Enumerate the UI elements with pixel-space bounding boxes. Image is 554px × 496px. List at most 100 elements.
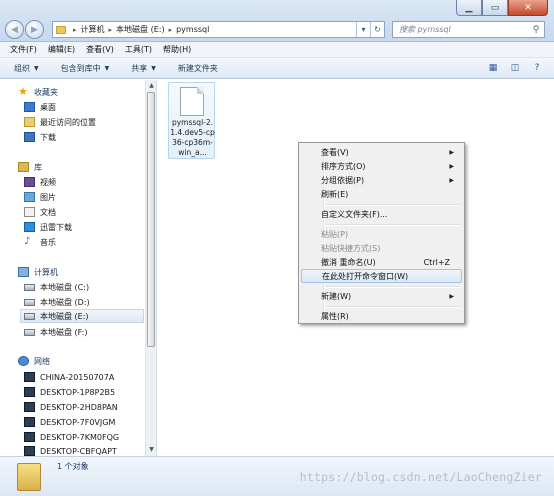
nav-item-host[interactable]: DESKTOP-7F0VJGM bbox=[24, 415, 115, 429]
ctx-group-by[interactable]: 分组依据(P) ▶ bbox=[301, 173, 462, 187]
chevron-down-icon: ▼ bbox=[151, 64, 156, 72]
nav-item-drive-c[interactable]: 本地磁盘 (C:) bbox=[24, 280, 89, 294]
preview-pane-icon[interactable]: ◫ bbox=[508, 61, 522, 75]
nav-scrollbar[interactable]: ▲ ▼ bbox=[145, 80, 156, 456]
ctx-open-command-window[interactable]: 在此处打开命令窗口(W) bbox=[301, 269, 462, 283]
menu-tools[interactable]: 工具(T) bbox=[125, 44, 152, 55]
forward-button[interactable]: ▶ bbox=[25, 20, 44, 39]
scroll-down-arrow-icon[interactable]: ▼ bbox=[146, 444, 157, 456]
scroll-up-arrow-icon[interactable]: ▲ bbox=[146, 80, 157, 92]
breadcrumb-drive-e[interactable]: 本地磁盘 (E:) bbox=[116, 24, 165, 35]
nav-item-label: DESKTOP-2HD8PAN bbox=[40, 402, 118, 412]
view-options-icon[interactable]: ▦ bbox=[486, 61, 500, 75]
nav-item-drive-e[interactable]: 本地磁盘 (E:) bbox=[20, 309, 144, 323]
music-icon: ♪ bbox=[24, 236, 31, 247]
menu-divider bbox=[325, 204, 461, 206]
nav-item-label: 本地磁盘 (E:) bbox=[40, 311, 89, 321]
nav-item-label: 音乐 bbox=[40, 237, 56, 247]
menu-edit[interactable]: 编辑(E) bbox=[48, 44, 75, 55]
minimize-button[interactable]: ▁ bbox=[456, 0, 482, 16]
nav-item-downloads[interactable]: 下载 bbox=[24, 130, 56, 144]
menu-help[interactable]: 帮助(H) bbox=[163, 44, 191, 55]
file-item[interactable]: pymssql-2.1.4.dev5-cp36-cp36m-win_a... bbox=[168, 82, 215, 159]
ctx-item-label: 新建(W) bbox=[321, 291, 352, 301]
nav-favorites[interactable]: ★ 收藏夹 bbox=[18, 85, 58, 99]
breadcrumb-pymssql[interactable]: pymssql bbox=[176, 25, 209, 34]
nav-item-label: DESKTOP-7KM0FQG bbox=[40, 432, 120, 442]
submenu-arrow-icon: ▶ bbox=[449, 292, 454, 300]
breadcrumb-separator[interactable]: ▸ bbox=[73, 26, 77, 34]
ctx-new[interactable]: 新建(W) ▶ bbox=[301, 289, 462, 303]
command-bar: 组织 ▼ 包含到库中 ▼ 共享 ▼ 新建文件夹 ▦ ◫ ? bbox=[0, 58, 554, 79]
nav-item-pictures[interactable]: 图片 bbox=[24, 190, 56, 204]
nav-item-host[interactable]: DESKTOP-CBFQAPT bbox=[24, 444, 117, 456]
search-box[interactable]: 搜索 pymssql ⚲ bbox=[392, 21, 545, 38]
submenu-arrow-icon: ▶ bbox=[449, 162, 454, 170]
drive-icon bbox=[24, 283, 35, 291]
address-bar[interactable]: ▸ 计算机 ▸ 本地磁盘 (E:) ▸ pymssql ▾ ↻ bbox=[52, 21, 385, 38]
recent-places-icon bbox=[24, 117, 35, 127]
nav-libraries[interactable]: 库 bbox=[18, 160, 42, 174]
new-folder-button[interactable]: 新建文件夹 bbox=[178, 63, 218, 74]
nav-network[interactable]: 网络 bbox=[18, 354, 50, 368]
nav-favorites-label: 收藏夹 bbox=[34, 87, 58, 97]
maximize-button[interactable]: ▭ bbox=[482, 0, 508, 16]
ctx-properties[interactable]: 属性(R) bbox=[301, 309, 462, 323]
breadcrumb-separator[interactable]: ▸ bbox=[109, 26, 113, 34]
navigation-pane: ★ 收藏夹 桌面 最近访问的位置 下载 库 视频 图片 文档 迅雷下载 ♪ 音乐 bbox=[0, 80, 157, 456]
breadcrumb-computer[interactable]: 计算机 bbox=[81, 24, 105, 35]
nav-item-host[interactable]: DESKTOP-1P8P2B5 bbox=[24, 385, 115, 399]
drive-icon bbox=[24, 312, 35, 320]
organize-button[interactable]: 组织 ▼ bbox=[14, 63, 39, 74]
refresh-icon[interactable]: ↻ bbox=[370, 22, 384, 37]
menu-file[interactable]: 文件(F) bbox=[10, 44, 37, 55]
breadcrumb-separator[interactable]: ▸ bbox=[169, 26, 173, 34]
nav-item-host[interactable]: DESKTOP-2HD8PAN bbox=[24, 400, 118, 414]
ctx-item-label: 刷新(E) bbox=[321, 189, 349, 199]
nav-computer[interactable]: 计算机 bbox=[18, 265, 58, 279]
nav-item-videos[interactable]: 视频 bbox=[24, 175, 56, 189]
nav-item-documents[interactable]: 文档 bbox=[24, 205, 56, 219]
menu-divider bbox=[325, 286, 461, 288]
nav-item-host[interactable]: DESKTOP-7KM0FQG bbox=[24, 430, 119, 444]
nav-item-drive-d[interactable]: 本地磁盘 (D:) bbox=[24, 295, 90, 309]
ctx-item-label: 排序方式(O) bbox=[321, 161, 366, 171]
ctx-undo-rename[interactable]: 撤消 重命名(U) Ctrl+Z bbox=[301, 255, 462, 269]
folder-icon bbox=[17, 463, 41, 491]
search-input[interactable]: 搜索 pymssql bbox=[399, 24, 528, 35]
address-dropdown-icon[interactable]: ▾ bbox=[356, 22, 370, 37]
ctx-sort-by[interactable]: 排序方式(O) ▶ bbox=[301, 159, 462, 173]
ctx-item-label: 分组依据(P) bbox=[321, 175, 365, 185]
thunder-download-icon bbox=[24, 222, 35, 232]
share-button[interactable]: 共享 ▼ bbox=[131, 63, 156, 74]
nav-item-drive-f[interactable]: 本地磁盘 (F:) bbox=[24, 325, 87, 339]
documents-icon bbox=[24, 207, 35, 217]
include-in-library-button[interactable]: 包含到库中 ▼ bbox=[61, 63, 110, 74]
network-computer-icon bbox=[24, 417, 35, 427]
nav-item-label: 图片 bbox=[40, 192, 56, 202]
star-icon: ★ bbox=[18, 85, 28, 98]
nav-item-thunder-downloads[interactable]: 迅雷下载 bbox=[24, 220, 72, 234]
help-icon[interactable]: ? bbox=[530, 61, 544, 75]
organize-label: 组织 bbox=[14, 63, 30, 73]
ctx-refresh[interactable]: 刷新(E) bbox=[301, 187, 462, 201]
ctx-customize-folder[interactable]: 自定义文件夹(F)... bbox=[301, 207, 462, 221]
close-button[interactable]: ✕ bbox=[508, 0, 548, 16]
nav-item-label: DESKTOP-CBFQAPT bbox=[40, 446, 117, 456]
nav-item-music[interactable]: ♪ 音乐 bbox=[24, 235, 56, 249]
menu-view[interactable]: 查看(V) bbox=[86, 44, 114, 55]
ctx-view[interactable]: 查看(V) ▶ bbox=[301, 145, 462, 159]
nav-item-recent[interactable]: 最近访问的位置 bbox=[24, 115, 96, 129]
nav-item-desktop[interactable]: 桌面 bbox=[24, 100, 56, 114]
nav-item-label: 文档 bbox=[40, 207, 56, 217]
nav-item-label: DESKTOP-1P8P2B5 bbox=[40, 387, 116, 397]
file-icon bbox=[180, 87, 204, 116]
scrollbar-thumb[interactable] bbox=[147, 92, 155, 347]
network-icon bbox=[18, 356, 29, 366]
search-icon[interactable]: ⚲ bbox=[528, 25, 544, 35]
network-computer-icon bbox=[24, 402, 35, 412]
menu-divider bbox=[325, 306, 461, 308]
navigation-tree: ★ 收藏夹 桌面 最近访问的位置 下载 库 视频 图片 文档 迅雷下载 ♪ 音乐 bbox=[0, 80, 145, 456]
nav-item-host[interactable]: CHINA-20150707A bbox=[24, 370, 114, 384]
back-button[interactable]: ◀ bbox=[5, 20, 24, 39]
